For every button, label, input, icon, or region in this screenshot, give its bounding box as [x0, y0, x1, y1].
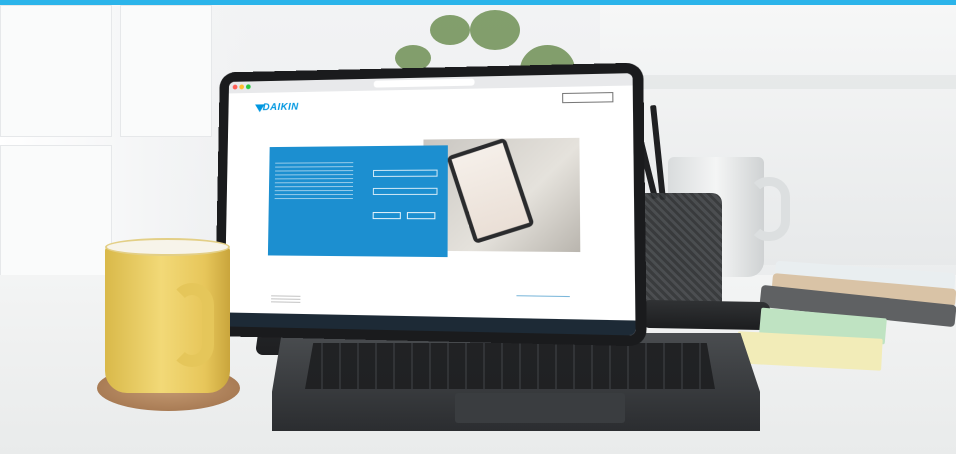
password-field[interactable] — [372, 187, 438, 195]
white-mug-handle — [748, 177, 790, 241]
plant-leaves — [430, 15, 470, 45]
site-bottom-bar — [224, 312, 636, 336]
tablet-screen: DAIKIN — [224, 73, 636, 336]
marker — [641, 299, 771, 331]
window-pane — [0, 145, 112, 277]
yellow-mug-handle — [170, 283, 214, 367]
username-field[interactable] — [372, 169, 438, 177]
yellow-mug-rim — [105, 238, 230, 256]
login-button-primary[interactable] — [372, 212, 401, 220]
close-icon[interactable] — [232, 84, 238, 90]
maximize-icon[interactable] — [245, 84, 251, 90]
plant-leaves — [470, 10, 520, 50]
window-pane — [0, 5, 112, 137]
minimize-icon[interactable] — [239, 84, 245, 90]
address-bar[interactable] — [373, 78, 475, 88]
hero-body-text — [274, 162, 354, 203]
desk-scene: DAIKIN — [0, 5, 956, 454]
brand-logo[interactable]: DAIKIN — [263, 102, 299, 113]
trackpad — [455, 393, 625, 423]
login-button-secondary[interactable] — [406, 212, 436, 220]
window-pane — [120, 5, 212, 137]
tablet-device: DAIKIN — [214, 62, 647, 347]
footer-illustration — [516, 280, 570, 298]
background-shelf — [640, 75, 956, 89]
footer-text — [271, 295, 301, 304]
keyboard-keys — [305, 343, 715, 389]
language-select[interactable] — [562, 92, 614, 104]
